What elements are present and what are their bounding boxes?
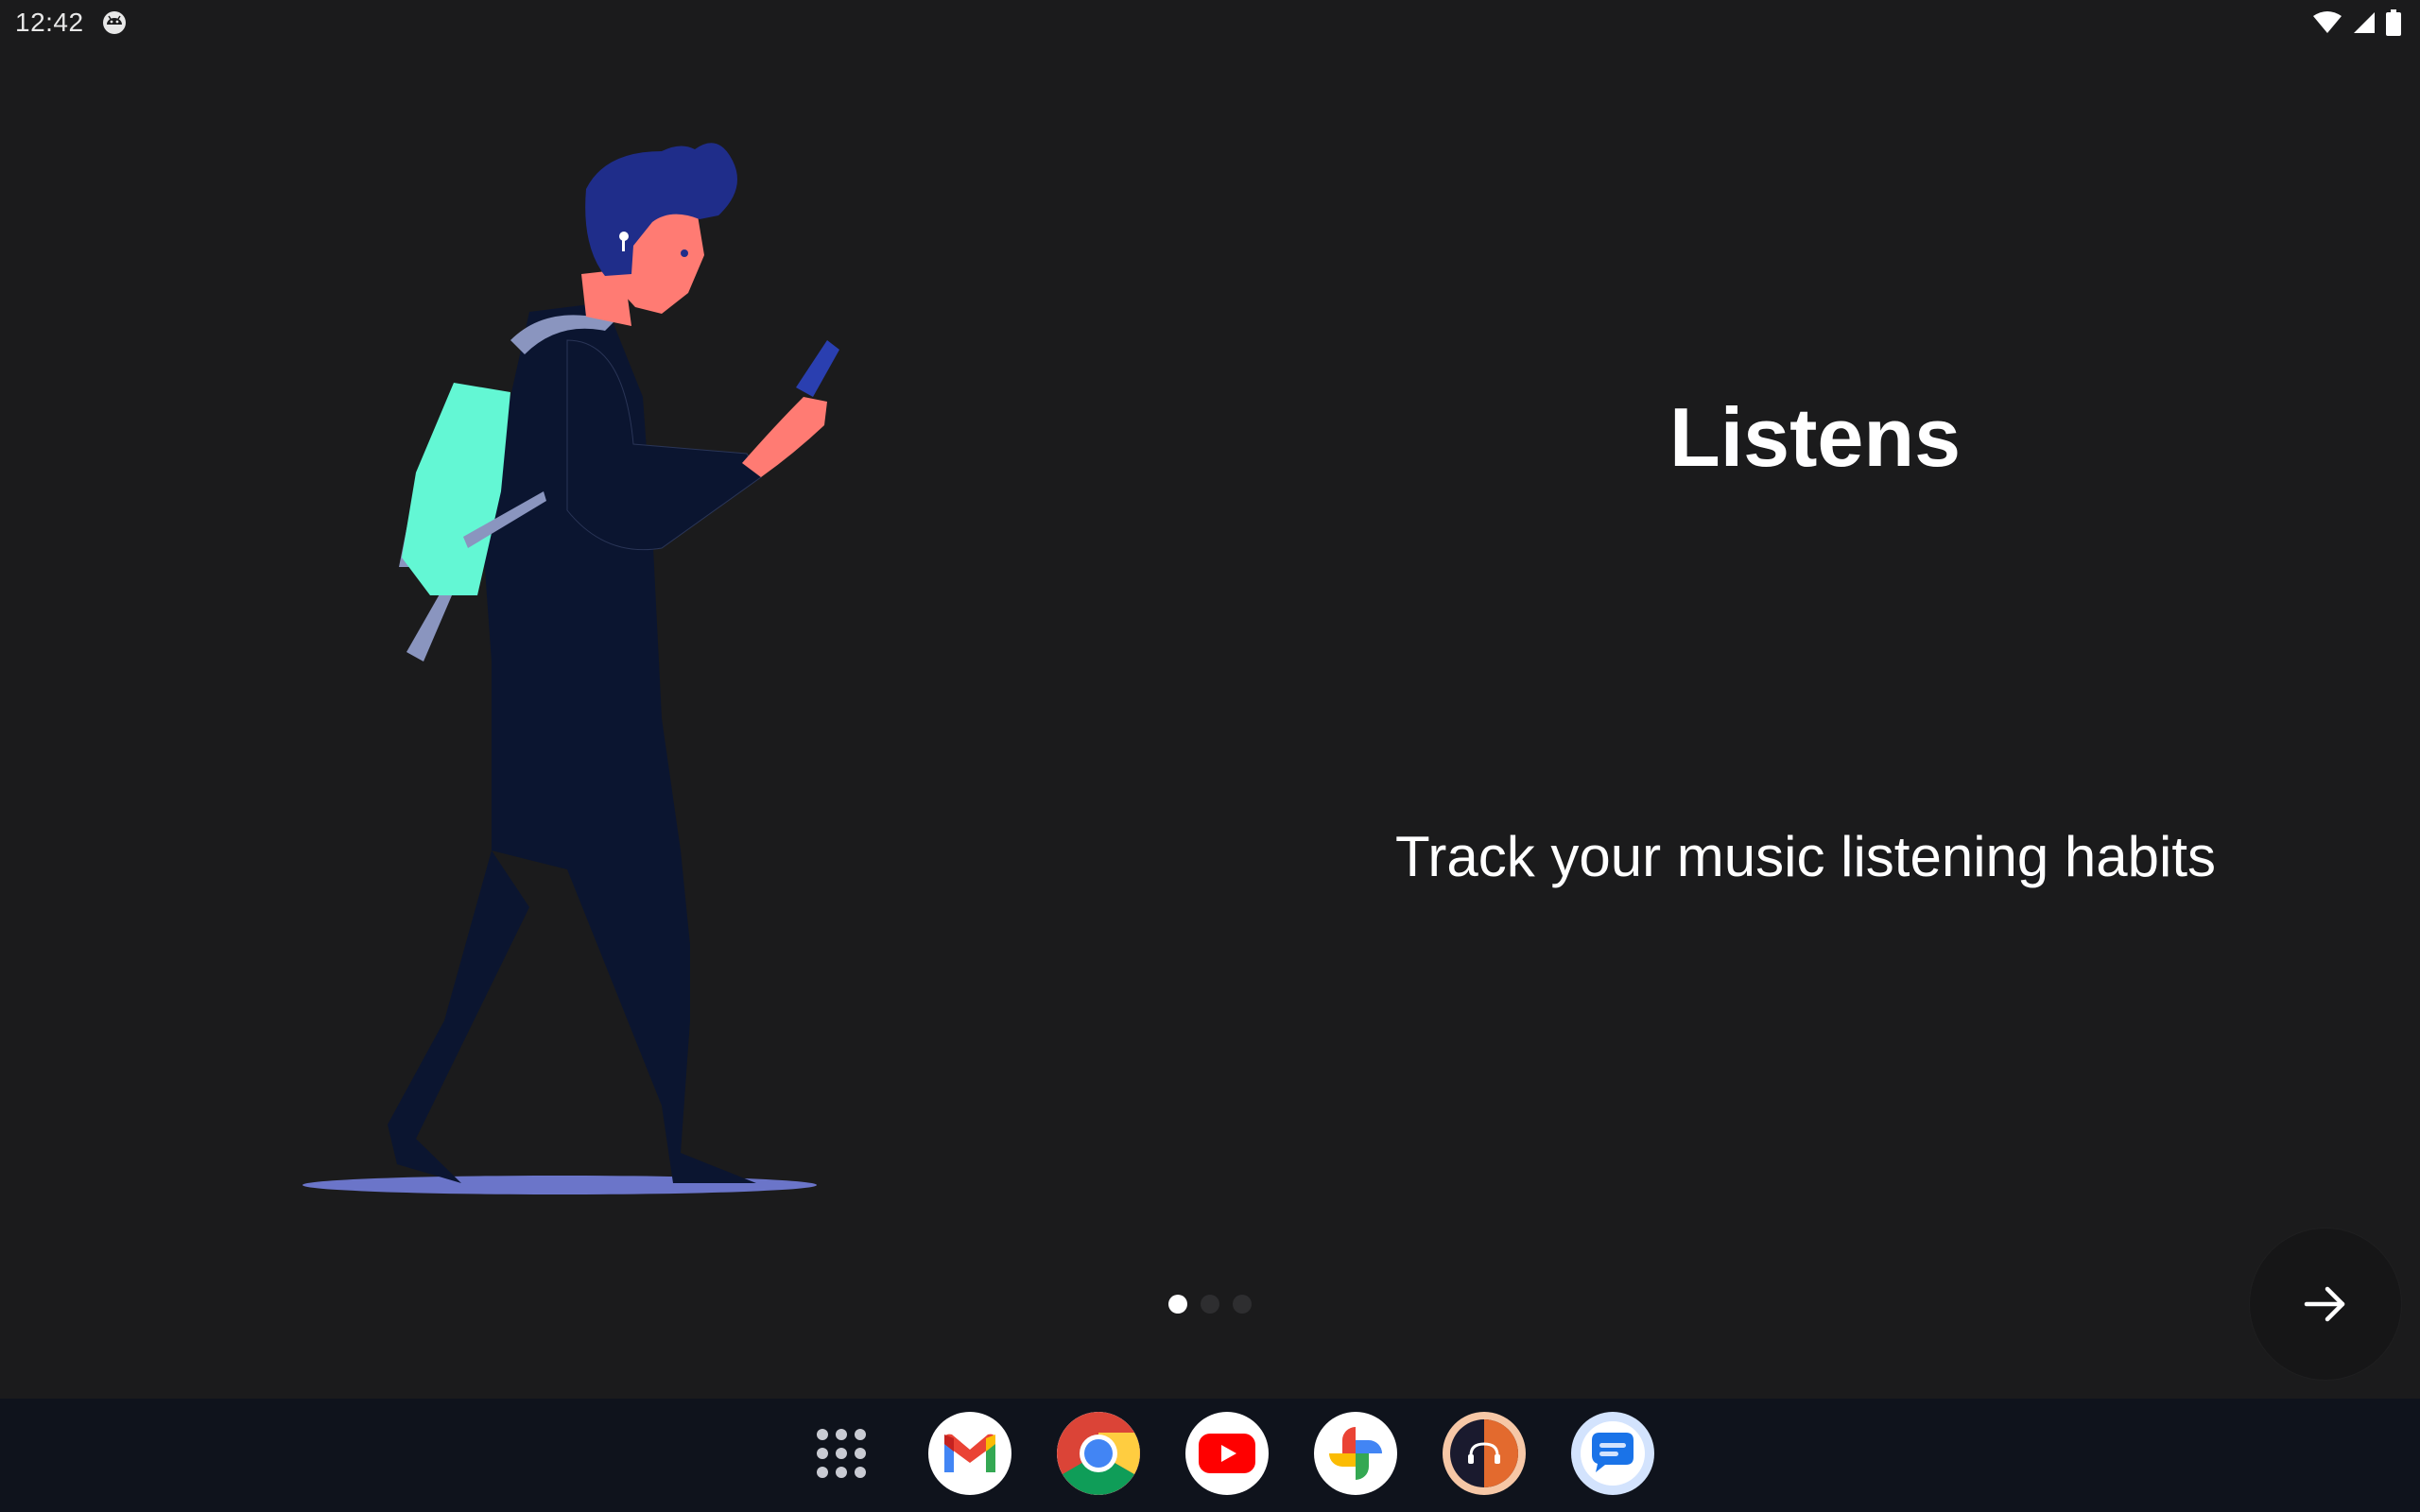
backpack-strap (406, 586, 452, 662)
youtube-icon (1199, 1434, 1255, 1473)
onboarding-screen: 12:42 Listens Track your music listening… (0, 0, 2420, 1512)
arm (566, 339, 762, 551)
messages-icon (1581, 1421, 1645, 1486)
app-drawer-icon (817, 1429, 866, 1478)
page-dot-1[interactable] (1168, 1295, 1187, 1314)
gmail-app[interactable] (928, 1412, 1011, 1495)
clock: 12:42 (15, 8, 84, 37)
arrow-right-icon (2304, 1286, 2345, 1322)
photos-app[interactable] (1314, 1412, 1397, 1495)
page-title: Listens (1668, 390, 1962, 484)
app-drawer-button[interactable] (800, 1412, 883, 1495)
chrome-icon (1057, 1412, 1140, 1495)
hand (742, 397, 827, 477)
taskbar (0, 1399, 2420, 1512)
listens-app-icon (1450, 1419, 1518, 1487)
wifi-icon (2313, 11, 2342, 33)
next-button[interactable] (2250, 1228, 2401, 1380)
cellular-signal-icon (2354, 12, 2375, 33)
page-subtitle: Track your music listening habits (1394, 825, 2217, 888)
status-bar: 12:42 (0, 0, 2420, 45)
back-leg (388, 850, 529, 1183)
chrome-app[interactable] (1057, 1412, 1140, 1495)
android-debug-icon (103, 11, 126, 34)
status-icons (2312, 9, 2401, 36)
photos-icon (1329, 1427, 1382, 1480)
gmail-icon (944, 1434, 995, 1472)
eye (681, 249, 688, 257)
messages-app[interactable] (1571, 1412, 1654, 1495)
taskbar-dock (800, 1412, 1654, 1495)
person-walking-illustration (302, 143, 839, 1194)
page-dot-2[interactable] (1201, 1295, 1219, 1314)
battery-icon (2386, 9, 2401, 36)
page-indicator (1168, 1295, 1252, 1314)
page-dot-3[interactable] (1233, 1295, 1252, 1314)
listens-app[interactable] (1443, 1412, 1526, 1495)
phone (796, 340, 839, 397)
youtube-app[interactable] (1185, 1412, 1269, 1495)
